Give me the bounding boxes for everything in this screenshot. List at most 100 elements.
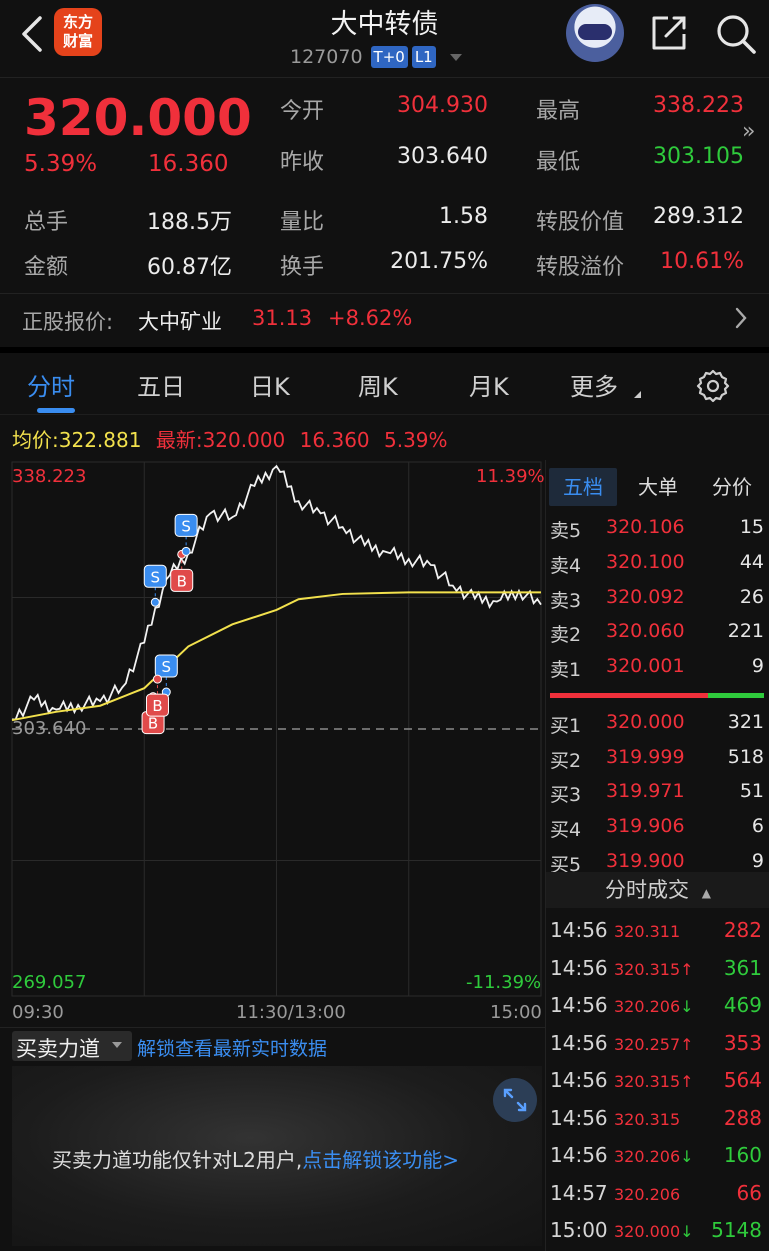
intraday-chart[interactable]: SSBBBS 338.223 11.39% 303.640 269.057 -1… xyxy=(0,460,545,1025)
tick-price-value: 320.000 xyxy=(614,1222,681,1241)
ask-price: 320.060 xyxy=(606,620,685,642)
tab-monthly-k[interactable]: 月K xyxy=(469,367,509,402)
security-code-row[interactable]: 127070 T+0 L1 xyxy=(290,44,462,70)
ask-price: 320.106 xyxy=(606,516,685,538)
tick-volume: 361 xyxy=(723,955,762,980)
bid-row-4: 买4 319.906 6 xyxy=(550,811,764,845)
security-code: 127070 xyxy=(290,46,363,68)
indicator-select-label: 买卖力道 xyxy=(16,1037,100,1061)
tick-trades-title: 分时成交 xyxy=(605,878,690,902)
underlying-stock-row[interactable]: 正股报价: 大中矿业 31.13 +8.62% xyxy=(0,293,769,345)
prev-close-line-label: 303.640 xyxy=(12,718,87,739)
tab-weekly-k[interactable]: 周K xyxy=(358,367,398,402)
conversion-value-value: 289.312 xyxy=(653,204,744,229)
bid-label: 买4 xyxy=(550,819,582,841)
y-max-label: 338.223 xyxy=(12,466,87,487)
x-tick-start: 09:30 xyxy=(12,1002,64,1023)
volume-ratio-label: 量比 xyxy=(280,210,325,235)
tick-row: 14:56 320.311 282 xyxy=(550,912,766,950)
tick-price: 320.315 xyxy=(614,1110,680,1129)
bid-label: 买2 xyxy=(550,750,582,772)
latest-change-percent: 5.39% xyxy=(384,428,448,452)
chart-period-tabs: 分时 五日 日K 周K 月K 更多 xyxy=(0,347,769,415)
ask-bid-ratio-bar-red xyxy=(550,693,708,698)
unlock-realtime-link[interactable]: 解锁查看最新实时数据 xyxy=(137,1034,327,1061)
tick-price-value: 320.206 xyxy=(614,997,681,1016)
open-value: 304.930 xyxy=(397,93,488,118)
tick-arrow-icon: ↓ xyxy=(680,997,694,1016)
ask-row-1: 卖1 320.001 9 xyxy=(550,651,764,685)
tab-daily-k[interactable]: 日K xyxy=(250,367,290,402)
ask-price: 320.092 xyxy=(606,586,685,608)
tab-five-levels[interactable]: 五档 xyxy=(549,468,617,506)
tick-trades-header[interactable]: 分时成交 ▲ xyxy=(546,872,769,908)
tag-l1: L1 xyxy=(411,46,436,68)
ask-label: 卖4 xyxy=(550,555,582,577)
trade-marker-label: S xyxy=(162,658,172,676)
indicator-select[interactable]: 买卖力道 xyxy=(12,1031,132,1061)
tick-price-value: 320.315 xyxy=(614,1072,681,1091)
tick-row: 14:56 320.315↑ 361 xyxy=(550,950,766,988)
open-label: 今开 xyxy=(280,99,325,124)
l2-unlock-link[interactable]: 点击解锁该功能> xyxy=(302,1148,459,1172)
tab-price-distribution[interactable]: 分价 xyxy=(699,468,765,506)
order-book-panel: 五档 大单 分价 卖5 320.106 15 卖4 320.100 44 卖3 … xyxy=(545,460,769,1251)
tick-time: 14:56 xyxy=(550,993,608,1017)
stock-name: 大中矿业 xyxy=(138,310,222,334)
tick-price-value: 320.206 xyxy=(614,1147,681,1166)
tick-price-value: 320.315 xyxy=(614,1109,681,1129)
tab-large-orders[interactable]: 大单 xyxy=(627,468,689,506)
intraday-chart-svg: SSBBBS xyxy=(11,461,542,997)
ask-volume: 15 xyxy=(739,516,764,538)
trade-marker-label: B xyxy=(152,697,162,715)
x-tick-mid: 11:30/13:00 xyxy=(236,1002,346,1023)
chevron-right-icon[interactable] xyxy=(734,306,748,330)
ask-price: 320.100 xyxy=(606,551,685,573)
tick-volume: 66 xyxy=(736,1180,762,1205)
tick-volume: 160 xyxy=(723,1143,762,1167)
tab-five-day[interactable]: 五日 xyxy=(137,367,185,402)
bid-volume: 321 xyxy=(727,711,764,733)
tick-arrow-icon: ↑ xyxy=(680,959,694,979)
tick-volume: 353 xyxy=(723,1030,762,1055)
l2-locked-panel: 买卖力道功能仅针对L2用户,点击解锁该功能> xyxy=(12,1066,542,1246)
ask-row-5: 卖5 320.106 15 xyxy=(550,512,764,546)
trade-marker-dot xyxy=(181,546,191,556)
gear-icon[interactable] xyxy=(696,369,730,403)
bid-volume: 9 xyxy=(751,850,764,872)
share-icon[interactable] xyxy=(648,12,690,54)
expand-icon[interactable] xyxy=(493,1078,537,1122)
chevron-down-icon xyxy=(112,1042,122,1048)
turnover-label: 换手 xyxy=(280,255,325,280)
ask-label: 卖3 xyxy=(550,590,582,612)
bid-row-1: 买1 320.000 321 xyxy=(550,707,764,741)
bid-volume: 6 xyxy=(751,815,764,837)
trade-marker-dot xyxy=(150,597,160,607)
turnover-value: 201.75% xyxy=(390,249,488,274)
volume-label: 总手 xyxy=(24,210,69,235)
prev-close-value: 303.640 xyxy=(397,144,488,169)
active-tab-indicator xyxy=(37,408,75,413)
tick-price: 320.315↑ xyxy=(614,1072,694,1091)
bid-label: 买1 xyxy=(550,715,582,737)
tick-price: 320.311 xyxy=(614,922,680,941)
prev-close-label: 昨收 xyxy=(280,150,325,175)
ask-row-4: 卖4 320.100 44 xyxy=(550,547,764,581)
tick-time: 14:56 xyxy=(550,955,608,980)
tick-arrow-icon: ↑ xyxy=(680,1072,694,1091)
tab-more[interactable]: 更多 xyxy=(570,367,618,402)
l2-message: 买卖力道功能仅针对L2用户,点击解锁该功能> xyxy=(52,1144,459,1173)
low-value: 303.105 xyxy=(653,144,744,169)
ask-volume: 221 xyxy=(727,620,764,642)
chevron-down-icon[interactable] xyxy=(449,53,462,61)
ask-row-3: 卖3 320.092 26 xyxy=(550,582,764,616)
tick-price: 320.000↓ xyxy=(614,1222,694,1241)
ask-volume: 9 xyxy=(751,655,764,677)
search-icon[interactable] xyxy=(714,12,758,56)
tick-volume: 564 xyxy=(723,1068,762,1092)
tab-intraday[interactable]: 分时 xyxy=(27,367,75,402)
bid-label: 买3 xyxy=(550,784,582,806)
expand-details-icon[interactable]: » xyxy=(742,119,755,144)
buy-sell-force-bar: 买卖力道 解锁查看最新实时数据 xyxy=(0,1027,545,1065)
ask-label: 卖2 xyxy=(550,624,582,646)
